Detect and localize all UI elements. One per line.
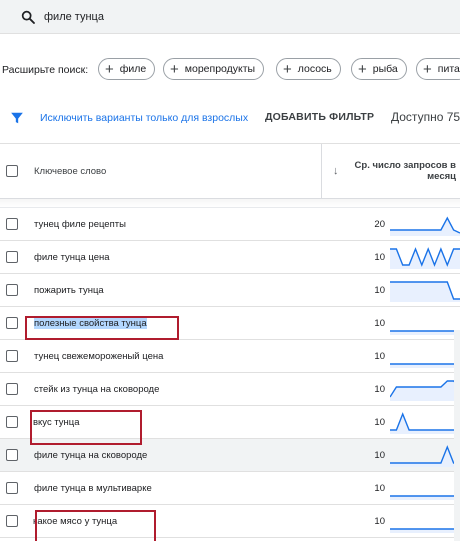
filter-icon[interactable] [10, 111, 24, 125]
table-row[interactable]: филе тунца в мультиварке 10 [0, 472, 460, 505]
chip-fish[interactable]: + рыба [351, 58, 407, 80]
volume-cell: 10 [374, 384, 385, 395]
select-all-checkbox[interactable] [6, 165, 18, 177]
table-row[interactable]: пожарить тунца 10 [0, 274, 460, 307]
chip-pita[interactable]: + пита [416, 58, 460, 80]
add-filter-button[interactable]: ДОБАВИТЬ ФИЛЬТР [265, 111, 374, 123]
row-checkbox[interactable] [6, 383, 18, 395]
volume-cell: 10 [374, 483, 385, 494]
table-row[interactable]: какое мясо у тунца 10 [0, 505, 460, 538]
table-row[interactable]: филе тунца на сковороде 10 [0, 439, 460, 472]
trend-sparkline [390, 363, 460, 368]
row-checkbox[interactable] [6, 449, 18, 461]
column-header-volume[interactable]: Ср. число запросов в месяц [352, 160, 460, 182]
column-header-keyword[interactable]: Ключевое слово [34, 166, 106, 177]
trend-sparkline [390, 528, 460, 533]
keyword-cell: стейк из тунца на сковороде [34, 384, 160, 395]
table-row[interactable]: филе тунца цена 10 [0, 241, 460, 274]
trend-sparkline [390, 380, 460, 401]
trend-sparkline [390, 281, 460, 302]
plus-icon: + [283, 60, 292, 78]
volume-cell: 10 [374, 450, 385, 461]
search-bar[interactable]: филе тунца [0, 0, 460, 34]
chip-fillet[interactable]: + филе [98, 58, 156, 80]
expand-search-row: Расширьте поиск: + филе + морепродукты + ло… [0, 57, 460, 83]
trend-sparkline [390, 445, 460, 467]
search-input[interactable]: филе тунца [44, 11, 104, 23]
plus-icon: + [105, 60, 114, 78]
keyword-cell: тунец филе рецепты [34, 219, 126, 230]
filter-row: Исключить варианты только для взрослых Д… [0, 107, 460, 129]
chip-seafood[interactable]: + морепродукты [163, 58, 265, 80]
volume-cell: 10 [374, 285, 385, 296]
trend-sparkline [390, 495, 460, 500]
exclude-adult-link[interactable]: Исключить варианты только для взрослых [40, 112, 248, 124]
volume-cell: 10 [374, 318, 385, 329]
arrow-down-icon[interactable]: ↓ [333, 165, 339, 177]
row-checkbox[interactable] [6, 515, 18, 527]
row-checkbox[interactable] [6, 218, 18, 230]
row-checkbox[interactable] [6, 482, 18, 494]
trend-sparkline [390, 412, 460, 434]
trend-area [390, 282, 460, 302]
keyword-table-body: тунец филе рецепты 20 филе тунца цена 10… [0, 208, 460, 538]
keyword-cell: филе тунца в мультиварке [34, 483, 152, 494]
table-row[interactable]: тунец свежемороженый цена 10 [0, 340, 460, 373]
table-row[interactable]: полезные свойства тунца 10 [0, 307, 460, 340]
keyword-cell: какое мясо у тунца [33, 516, 118, 527]
expand-search-label: Расширьте поиск: [2, 64, 89, 76]
scroll-shadow [0, 199, 460, 208]
trend-sparkline [390, 247, 460, 269]
volume-cell: 10 [374, 351, 385, 362]
row-checkbox[interactable] [6, 416, 18, 428]
trend-area [390, 414, 460, 434]
row-checkbox[interactable] [6, 317, 18, 329]
search-icon [21, 10, 35, 24]
table-row[interactable]: вкус тунца 10 [0, 406, 460, 439]
volume-cell: 10 [374, 516, 385, 527]
table-header: Ключевое слово ↓ Ср. число запросов в ме… [0, 143, 460, 200]
trend-sparkline [390, 330, 460, 335]
keyword-cell: филе тунца на сковороде [34, 450, 148, 461]
plus-icon: + [358, 60, 367, 78]
row-checkbox[interactable] [6, 350, 18, 362]
scrollbar[interactable] [454, 330, 460, 541]
volume-cell: 10 [374, 417, 385, 428]
plus-icon: + [423, 60, 432, 78]
volume-cell: 10 [374, 252, 385, 263]
chip-salmon[interactable]: + лосось [276, 58, 341, 80]
table-row[interactable]: тунец филе рецепты 20 [0, 208, 460, 241]
trend-area [390, 381, 460, 401]
keyword-cell: пожарить тунца [34, 285, 104, 296]
table-row[interactable]: стейк из тунца на сковороде 10 [0, 373, 460, 406]
keyword-cell: полезные свойства тунца [34, 318, 147, 329]
keyword-cell: филе тунца цена [34, 252, 110, 263]
keyword-cell: тунец свежемороженый цена [34, 351, 164, 362]
row-checkbox[interactable] [6, 251, 18, 263]
plus-icon: + [170, 60, 179, 78]
trend-sparkline [390, 216, 460, 236]
column-divider [321, 144, 322, 200]
row-checkbox[interactable] [6, 284, 18, 296]
trend-area [390, 447, 460, 467]
available-count: Доступно 75 [391, 110, 460, 124]
volume-cell: 20 [374, 219, 385, 230]
keyword-cell: вкус тунца [33, 417, 80, 428]
